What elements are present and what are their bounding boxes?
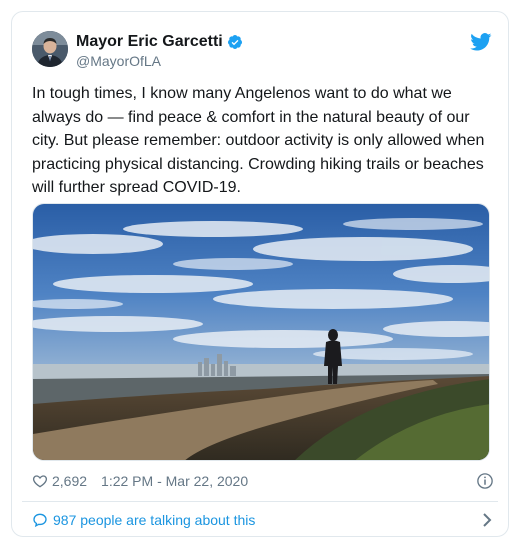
verified-badge-icon	[227, 35, 242, 49]
tweet-header: Mayor Eric Garcetti @MayorOfLA	[32, 31, 492, 71]
chevron-right-icon	[483, 513, 492, 527]
author-name-row: Mayor Eric Garcetti	[76, 33, 243, 51]
divider	[22, 501, 498, 502]
tweet-card: Mayor Eric Garcetti @MayorOfLA In tough …	[11, 11, 509, 537]
tweet-timestamp[interactable]: 1:22 PM - Mar 22, 2020	[101, 473, 248, 489]
conversation-label: 987 people are talking about this	[53, 512, 256, 528]
like-button[interactable]: 2,692	[32, 473, 87, 489]
conversation-link[interactable]: 987 people are talking about this	[32, 509, 494, 531]
twitter-bird-icon[interactable]	[470, 33, 492, 51]
avatar[interactable]	[32, 31, 68, 67]
speech-bubble-icon	[33, 513, 47, 528]
heart-icon	[32, 475, 48, 488]
like-count: 2,692	[52, 473, 88, 489]
info-icon[interactable]	[476, 472, 494, 490]
tweet-meta: 2,692 1:22 PM - Mar 22, 2020	[32, 471, 494, 491]
author-name[interactable]: Mayor Eric Garcetti	[76, 33, 223, 51]
tweet-text: In tough times, I know many Angelenos wa…	[32, 85, 485, 196]
tweet-photo[interactable]	[32, 203, 490, 461]
author-handle[interactable]: @MayorOfLA	[76, 53, 161, 69]
